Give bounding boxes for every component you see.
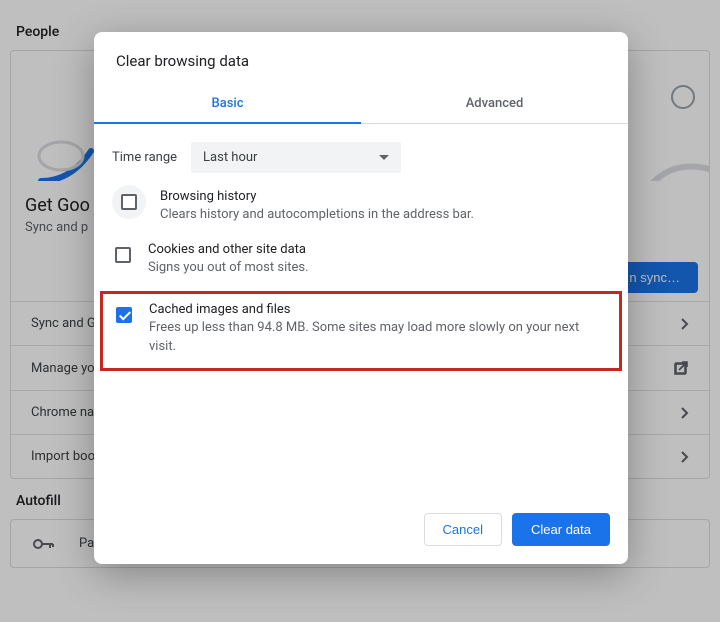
option-title: Cookies and other site data <box>148 242 309 257</box>
highlighted-option: Cached images and files Frees up less th… <box>100 291 622 370</box>
tab-advanced[interactable]: Advanced <box>361 86 628 123</box>
checkbox-browsing-history[interactable] <box>112 185 146 219</box>
time-range-label: Time range <box>112 150 177 165</box>
option-desc: Signs you out of most sites. <box>148 259 309 277</box>
option-desc: Frees up less than 94.8 MB. Some sites m… <box>149 319 609 355</box>
tab-basic[interactable]: Basic <box>94 86 361 123</box>
option-cached: Cached images and files Frees up less th… <box>113 302 609 355</box>
option-browsing-history: Browsing history Clears history and auto… <box>94 177 628 230</box>
dropdown-arrow-icon <box>379 155 389 161</box>
option-desc: Clears history and autocompletions in th… <box>160 206 474 224</box>
checkbox-cookies[interactable] <box>112 244 134 266</box>
time-range-value: Last hour <box>203 150 257 165</box>
time-range-row: Time range Last hour <box>94 124 628 177</box>
dialog-title: Clear browsing data <box>94 32 628 86</box>
clear-data-button[interactable]: Clear data <box>512 513 610 546</box>
clear-browsing-data-dialog: Clear browsing data Basic Advanced Time … <box>94 32 628 564</box>
dialog-actions: Cancel Clear data <box>94 497 628 564</box>
dialog-tabs: Basic Advanced <box>94 86 628 124</box>
option-title: Browsing history <box>160 189 474 204</box>
option-title: Cached images and files <box>149 302 609 317</box>
option-cookies: Cookies and other site data Signs you ou… <box>94 230 628 283</box>
checkbox-cached[interactable] <box>113 304 135 326</box>
cancel-button[interactable]: Cancel <box>424 513 502 546</box>
time-range-dropdown[interactable]: Last hour <box>191 142 401 173</box>
